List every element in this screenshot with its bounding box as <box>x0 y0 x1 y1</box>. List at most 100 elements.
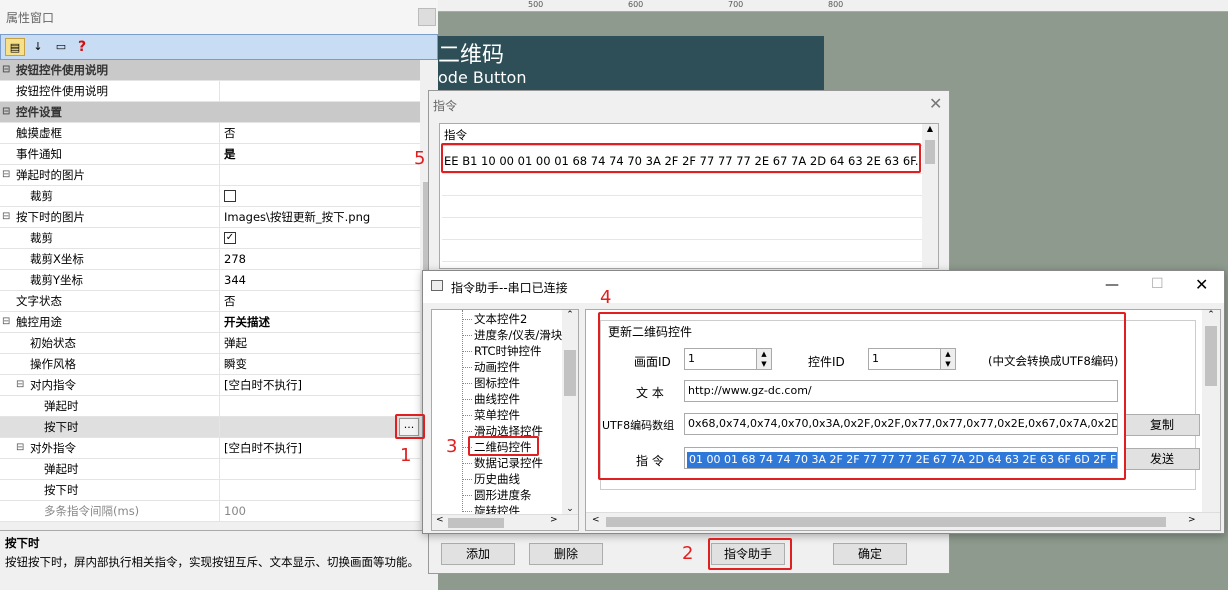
property-row[interactable]: 弹起时 <box>0 396 420 417</box>
panel-scrollbar[interactable]: ⌃ <box>1202 310 1220 512</box>
property-value[interactable]: 344 <box>222 270 420 290</box>
command-row-empty[interactable] <box>442 196 922 218</box>
tree-scrollbar[interactable]: ⌃ ⌄ <box>562 310 578 514</box>
property-value[interactable]: 开关描述 <box>222 312 420 332</box>
property-value[interactable]: 弹起 <box>222 333 420 353</box>
annotation-number-2: 2 <box>682 543 694 564</box>
property-row[interactable]: 按下时的图片 ⊟ Images\按钮更新_按下.png <box>0 207 420 228</box>
annotation-number-1: 1 <box>400 445 412 466</box>
property-value[interactable]: [空白时不执行] <box>222 438 420 458</box>
minimize-icon[interactable]: — <box>1105 277 1119 293</box>
property-name: 事件通知 <box>0 144 220 165</box>
collapse-icon[interactable]: ⊟ <box>2 102 12 122</box>
property-category[interactable]: 按钮控件使用说明 ⊟ <box>0 60 420 81</box>
collapse-icon[interactable]: ⊟ <box>2 165 12 185</box>
property-value[interactable]: 100 <box>222 501 420 521</box>
command-row-empty[interactable] <box>442 218 922 240</box>
copy-button[interactable]: 复制 <box>1124 414 1200 436</box>
ruler-tick: 800 <box>828 0 844 9</box>
command-dialog-title: 指令 <box>433 99 458 113</box>
collapse-icon[interactable]: ⊟ <box>2 312 12 332</box>
collapse-icon[interactable]: ⊟ <box>16 375 26 395</box>
property-row[interactable]: 对外指令 ⊟ [空白时不执行] <box>0 438 420 459</box>
checkbox-checked[interactable]: ✓ <box>224 231 236 244</box>
add-button[interactable]: 添加 <box>441 543 515 565</box>
property-row[interactable]: 事件通知是 <box>0 144 420 165</box>
tree-item[interactable]: 数据记录控件 <box>462 455 543 471</box>
property-row[interactable]: 对内指令 ⊟ [空白时不执行] <box>0 375 420 396</box>
horizontal-ruler: 500 600 700 800 <box>438 0 1228 12</box>
property-row[interactable]: 文字状态否 <box>0 291 420 312</box>
tree-hscrollbar[interactable]: < > <box>432 514 578 530</box>
tree-item[interactable]: 动画控件 <box>462 359 520 375</box>
control-tree[interactable]: 文本控件2 进度条/仪表/滑块 RTC时钟控件 动画控件 图标控件 曲线控件 菜单控件 滑动选… <box>431 309 579 531</box>
checkbox[interactable] <box>224 189 236 202</box>
property-category[interactable]: 控件设置 ⊟ <box>0 102 420 123</box>
property-value[interactable]: 否 <box>222 291 420 311</box>
collapse-icon[interactable]: ⊟ <box>2 60 12 80</box>
property-row[interactable]: 按钮控件使用说明 <box>0 81 420 102</box>
property-row[interactable]: 多条指令间隔(ms) 100 <box>0 501 420 522</box>
property-value[interactable]: ✓ <box>222 228 420 248</box>
property-value[interactable]: [空白时不执行] <box>222 375 420 395</box>
command-row-empty[interactable] <box>442 174 922 196</box>
annotation-box-4 <box>598 312 1126 480</box>
property-row[interactable]: 裁剪 ✓ <box>0 228 420 249</box>
helper-titlebar: 指令助手--串口已连接 — ☐ ✕ <box>423 271 1224 303</box>
panel-hscrollbar[interactable]: < > <box>586 512 1220 530</box>
property-name: 裁剪X坐标 <box>0 249 220 270</box>
property-row[interactable]: 裁剪Y坐标 344 <box>0 270 420 291</box>
tree-item[interactable]: 圆形进度条 <box>462 487 532 503</box>
maximize-icon[interactable]: ☐ <box>1151 276 1164 292</box>
tree-item[interactable]: 曲线控件 <box>462 391 520 407</box>
ruler-tick: 600 <box>628 0 644 9</box>
property-row[interactable]: 触摸虚框否 <box>0 123 420 144</box>
collapse-icon[interactable]: ⊟ <box>2 207 12 227</box>
property-value[interactable] <box>222 186 420 206</box>
helper-title: 指令助手--串口已连接 <box>451 281 568 295</box>
property-value[interactable]: Images\按钮更新_按下.png <box>222 207 420 227</box>
property-name: 对外指令 <box>0 438 220 459</box>
property-row[interactable]: 弹起时 <box>0 459 420 480</box>
close-icon[interactable]: ✕ <box>929 94 942 113</box>
property-row[interactable]: 裁剪 <box>0 186 420 207</box>
help-icon[interactable]: ? <box>72 38 92 56</box>
property-value[interactable]: 是 <box>222 144 420 164</box>
annotation-number-4: 4 <box>600 287 612 308</box>
tree-item[interactable]: 文本控件2 <box>461 311 527 327</box>
property-toolbar: ▤ ↓ ▭ ? <box>0 34 438 60</box>
window-icon <box>431 280 443 291</box>
command-row-empty[interactable] <box>442 240 922 262</box>
collapse-icon[interactable]: ⊟ <box>16 438 26 458</box>
property-name: 按下时 <box>0 480 220 501</box>
close-icon[interactable]: ✕ <box>1195 275 1208 294</box>
close-button[interactable] <box>418 8 436 26</box>
tree-item[interactable]: RTC时钟控件 <box>462 343 542 359</box>
tree-item[interactable]: 历史曲线 <box>462 471 520 487</box>
property-row[interactable]: 按下时 <box>0 417 420 438</box>
tree-item[interactable]: 图标控件 <box>462 375 520 391</box>
delete-button[interactable]: 删除 <box>529 543 603 565</box>
send-button[interactable]: 发送 <box>1124 448 1200 470</box>
property-name: 多条指令间隔(ms) <box>0 501 220 522</box>
property-row[interactable]: 按下时 <box>0 480 420 501</box>
property-value[interactable]: 瞬变 <box>222 354 420 374</box>
tree-item[interactable]: 进度条/仪表/滑块 <box>461 327 562 343</box>
property-name: 对内指令 <box>0 375 220 396</box>
command-list-scrollbar[interactable]: ▲ <box>922 124 938 268</box>
categorized-icon[interactable]: ▤ <box>5 38 25 56</box>
property-row[interactable]: 弹起时的图片 ⊟ <box>0 165 420 186</box>
ruler-tick: 500 <box>528 0 544 9</box>
ok-button[interactable]: 确定 <box>833 543 907 565</box>
sort-alpha-icon[interactable]: ↓ <box>28 38 48 56</box>
tree-item[interactable]: 菜单控件 <box>462 407 520 423</box>
property-value[interactable]: 278 <box>222 249 420 269</box>
property-value[interactable]: 否 <box>222 123 420 143</box>
property-name: 按钮控件使用说明 <box>0 81 220 102</box>
property-row[interactable]: 初始状态 弹起 <box>0 333 420 354</box>
property-name: 触控用途 <box>0 312 220 333</box>
property-page-icon[interactable]: ▭ <box>51 38 71 56</box>
property-row[interactable]: 操作风格 瞬变 <box>0 354 420 375</box>
property-row[interactable]: 裁剪X坐标 278 <box>0 249 420 270</box>
property-row[interactable]: 触控用途 ⊟ 开关描述 <box>0 312 420 333</box>
